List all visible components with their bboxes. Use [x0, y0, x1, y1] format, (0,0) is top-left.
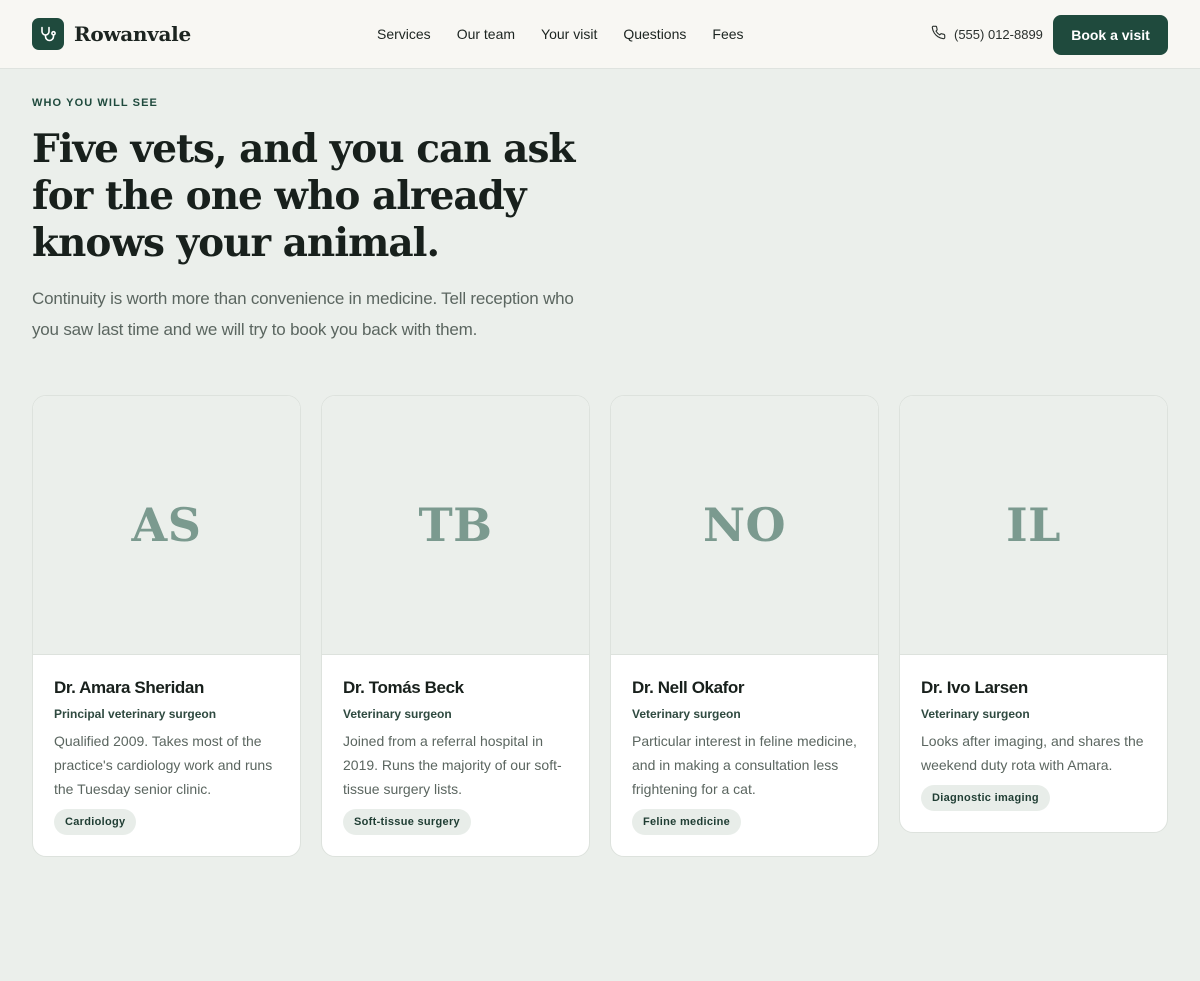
vet-cards: AS Dr. Amara Sheridan Principal veterina…: [32, 395, 1168, 857]
vet-card: AS Dr. Amara Sheridan Principal veterina…: [32, 395, 301, 857]
vet-initials: AS: [131, 498, 202, 552]
specialty-tag: Diagnostic imaging: [921, 785, 1050, 811]
site-header: Rowanvale Services Our team Your visit Q…: [0, 0, 1200, 69]
specialty-tag: Soft-tissue surgery: [343, 809, 471, 835]
vet-initials: TB: [418, 498, 493, 552]
vet-name: Dr. Nell Okafor: [632, 678, 745, 697]
vet-initials: NO: [702, 498, 787, 552]
nav-fees[interactable]: Fees: [712, 25, 743, 43]
phone-number: (555) 012-8899: [954, 27, 1043, 42]
section-eyebrow: WHO YOU WILL SEE: [32, 97, 158, 109]
phone-icon: [931, 25, 946, 45]
vet-role: Veterinary surgeon: [632, 707, 741, 721]
page-intro: Continuity is worth more than convenienc…: [32, 289, 574, 339]
main-nav: Services Our team Your visit Questions F…: [377, 25, 770, 43]
vet-name: Dr. Tomás Beck: [343, 678, 464, 697]
nav-your-visit[interactable]: Your visit: [541, 25, 597, 43]
vet-bio: Looks after imaging, and shares the week…: [921, 733, 1144, 773]
page-title: Five vets, and you can ask for the one w…: [32, 126, 575, 266]
vet-bio: Joined from a referral hospital in 2019.…: [343, 733, 562, 797]
brand-name: Rowanvale: [74, 22, 191, 46]
specialty-tag: Cardiology: [54, 809, 137, 835]
vet-bio: Particular interest in feline medicine, …: [632, 733, 857, 797]
vet-card: IL Dr. Ivo Larsen Veterinary surgeon Loo…: [899, 395, 1168, 833]
phone-link[interactable]: (555) 012-8899: [931, 25, 1043, 45]
vet-portrait: TB: [322, 396, 589, 655]
specialty-tag: Feline medicine: [632, 809, 742, 835]
vet-role: Veterinary surgeon: [343, 707, 452, 721]
vet-role: Veterinary surgeon: [921, 707, 1030, 721]
vet-name: Dr. Amara Sheridan: [54, 678, 204, 697]
vet-portrait: NO: [611, 396, 878, 655]
stethoscope-icon: [32, 18, 64, 50]
vet-name: Dr. Ivo Larsen: [921, 678, 1028, 697]
vet-card: NO Dr. Nell Okafor Veterinary surgeon Pa…: [610, 395, 879, 857]
vet-portrait: AS: [33, 396, 300, 655]
vet-role: Principal veterinary surgeon: [54, 707, 217, 721]
vet-card: TB Dr. Tomás Beck Veterinary surgeon Joi…: [321, 395, 590, 857]
vet-initials: IL: [1006, 498, 1061, 552]
brand-logo[interactable]: Rowanvale: [32, 18, 191, 50]
vet-bio: Qualified 2009. Takes most of the practi…: [54, 733, 273, 797]
vet-portrait: IL: [900, 396, 1167, 655]
book-visit-button[interactable]: Book a visit: [1053, 15, 1168, 55]
nav-services[interactable]: Services: [377, 25, 431, 43]
nav-questions[interactable]: Questions: [623, 25, 686, 43]
nav-our-team[interactable]: Our team: [457, 25, 515, 43]
